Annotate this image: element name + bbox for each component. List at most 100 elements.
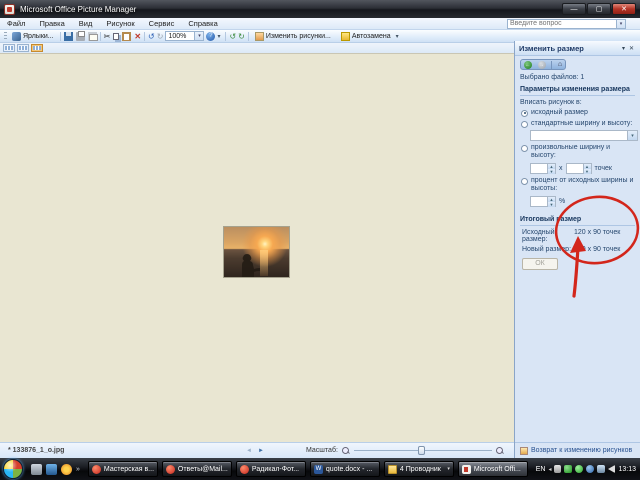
screen: Microsoft Office Picture Manager — ▢ ✕ Ф…	[0, 0, 640, 480]
sunset-photo[interactable]	[224, 227, 289, 277]
taskbar-window-picture-manager[interactable]: Microsoft Offi...	[458, 461, 528, 477]
tray-chevron-icon[interactable]	[548, 466, 551, 473]
resize-settings-header: Параметры изменения размера	[520, 86, 635, 96]
pane-back-icon[interactable]	[524, 61, 532, 69]
ask-question-input[interactable]	[507, 19, 617, 29]
print-icon[interactable]	[76, 32, 85, 41]
autocorrect-label: Автозамена	[352, 33, 391, 40]
delete-icon[interactable]: ✕	[134, 32, 141, 41]
zoom-slider-track[interactable]	[354, 450, 492, 451]
quicklaunch-desktop-icon[interactable]	[46, 464, 57, 475]
taskbar-window-otvety-mail[interactable]: Ответы@Mail...	[162, 461, 232, 477]
network-icon[interactable]	[597, 465, 605, 473]
pane-home-icon[interactable]	[558, 61, 562, 69]
option-percent[interactable]: процент от исходных ширины и высоты:	[521, 177, 635, 193]
filmstrip-view-icon[interactable]	[17, 44, 29, 52]
spinner-arrows-icon[interactable]: ▲▼	[547, 164, 555, 173]
edit-pictures-icon	[255, 32, 264, 41]
close-button[interactable]: ✕	[612, 3, 636, 15]
option-original-size-label: исходный размер	[531, 109, 588, 117]
toolbar-overflow-icon[interactable]: ▾	[215, 33, 222, 40]
zoom-in-icon[interactable]	[496, 447, 504, 455]
option-standard-size[interactable]: стандартные ширину и высоту:	[521, 120, 635, 128]
taskbar-window-label: Ответы@Mail...	[178, 466, 228, 473]
taskbar-window-quote-docx[interactable]: quote.docx - ...	[310, 461, 380, 477]
spinner-arrows-icon[interactable]: ▲▼	[583, 164, 591, 173]
clock: 13:13	[618, 466, 636, 473]
option-original-size[interactable]: исходный размер	[521, 109, 635, 117]
return-to-editing-link[interactable]: Возврат к изменению рисунков	[531, 447, 632, 454]
browser-icon	[166, 465, 175, 474]
mail-icon[interactable]	[88, 32, 97, 41]
quicklaunch-app-icon[interactable]	[61, 464, 72, 475]
copy-icon[interactable]	[113, 33, 119, 40]
fit-picture-label: Вписать рисунок в:	[520, 99, 635, 106]
option-standard-size-label: стандартные ширину и высоту:	[531, 120, 632, 128]
zoom-slider-thumb[interactable]	[418, 446, 425, 455]
title-bar: Microsoft Office Picture Manager — ▢ ✕	[0, 0, 640, 18]
tray-activity-icon[interactable]	[554, 465, 561, 473]
group-expand-icon	[447, 466, 450, 472]
custom-width-input[interactable]: ▲▼	[530, 163, 556, 174]
custom-height-input[interactable]: ▲▼	[566, 163, 592, 174]
pane-close-icon[interactable]: ✕	[627, 45, 636, 52]
edit-pictures-button[interactable]: Изменить рисунки...	[252, 31, 334, 42]
menu-edit[interactable]: Правка	[32, 18, 71, 29]
save-icon[interactable]	[64, 32, 73, 41]
menu-file[interactable]: Файл	[0, 18, 32, 29]
new-size-label: Новый размер:	[522, 246, 574, 253]
quicklaunch-more-icon[interactable]	[76, 466, 80, 473]
toolbar-overflow-icon[interactable]: ▾	[394, 33, 401, 40]
menu-tools[interactable]: Сервис	[142, 18, 182, 29]
taskbar: Мастерская в... Ответы@Mail... Радикал-Ф…	[0, 458, 640, 480]
next-picture-icon[interactable]: ►	[258, 448, 264, 454]
rotate-left-icon[interactable]: ↺	[229, 32, 236, 41]
by-label: x	[559, 165, 563, 172]
taskbar-window-radikal-foto[interactable]: Радикал-Фот...	[236, 461, 306, 477]
tray-status-green-icon[interactable]	[575, 465, 583, 473]
taskbar-window-masterskaya[interactable]: Мастерская в...	[88, 461, 158, 477]
zoom-out-icon[interactable]	[342, 447, 350, 455]
minimize-button[interactable]: —	[562, 3, 586, 15]
percent-input[interactable]: ▲▼	[530, 196, 556, 207]
previous-picture-icon[interactable]: ◄	[246, 448, 252, 454]
standard-size-dropdown[interactable]	[530, 130, 638, 141]
pane-nav-bar	[520, 59, 566, 70]
undo-icon[interactable]: ↺	[148, 32, 155, 41]
tray-messenger-icon[interactable]	[564, 465, 572, 473]
quicklaunch-switcher-icon[interactable]	[31, 464, 42, 475]
help-icon[interactable]: ?	[206, 32, 215, 41]
rotate-right-icon[interactable]: ↻	[238, 32, 245, 41]
zoom-dropdown-icon[interactable]	[195, 31, 204, 41]
taskbar-group-explorer[interactable]: 4 Проводник	[384, 461, 454, 477]
menu-help[interactable]: Справка	[181, 18, 224, 29]
tray-status-blue-icon[interactable]	[586, 465, 594, 473]
start-button[interactable]	[3, 459, 23, 479]
original-size-label: Исходный размер:	[522, 229, 574, 243]
ok-button[interactable]: ОК	[522, 258, 558, 270]
autocorrect-button[interactable]: Автозамена	[338, 31, 394, 42]
volume-icon[interactable]	[608, 465, 615, 473]
folder-icon	[388, 465, 397, 474]
option-custom-size[interactable]: произвольные ширину и высоту:	[521, 144, 635, 160]
thumbnail-view-icon[interactable]	[3, 44, 15, 52]
menu-view[interactable]: Вид	[72, 18, 100, 29]
maximize-button[interactable]: ▢	[587, 3, 611, 15]
shortcuts-button[interactable]: Ярлыки...	[9, 31, 57, 42]
dropdown-arrow-icon[interactable]	[627, 131, 637, 140]
pane-dropdown-icon[interactable]: ▾	[620, 45, 627, 52]
spinner-arrows-icon[interactable]: ▲▼	[547, 197, 555, 206]
single-picture-view-icon[interactable]	[31, 44, 43, 52]
paste-icon[interactable]	[122, 32, 131, 41]
zoom-combo[interactable]: 100%	[165, 31, 204, 41]
toolbar-separator	[225, 32, 226, 41]
question-dropdown-icon[interactable]	[617, 19, 626, 29]
toolbar-separator	[248, 32, 249, 41]
menu-picture[interactable]: Рисунок	[99, 18, 141, 29]
pane-forward-icon[interactable]	[538, 61, 546, 69]
redo-icon[interactable]: ↻	[157, 32, 164, 41]
language-indicator[interactable]: EN	[536, 466, 546, 473]
task-pane-title: Изменить размер	[519, 44, 620, 53]
cut-icon[interactable]: ✂	[104, 32, 111, 41]
menu-bar: Файл Правка Вид Рисунок Сервис Справка	[0, 18, 640, 30]
